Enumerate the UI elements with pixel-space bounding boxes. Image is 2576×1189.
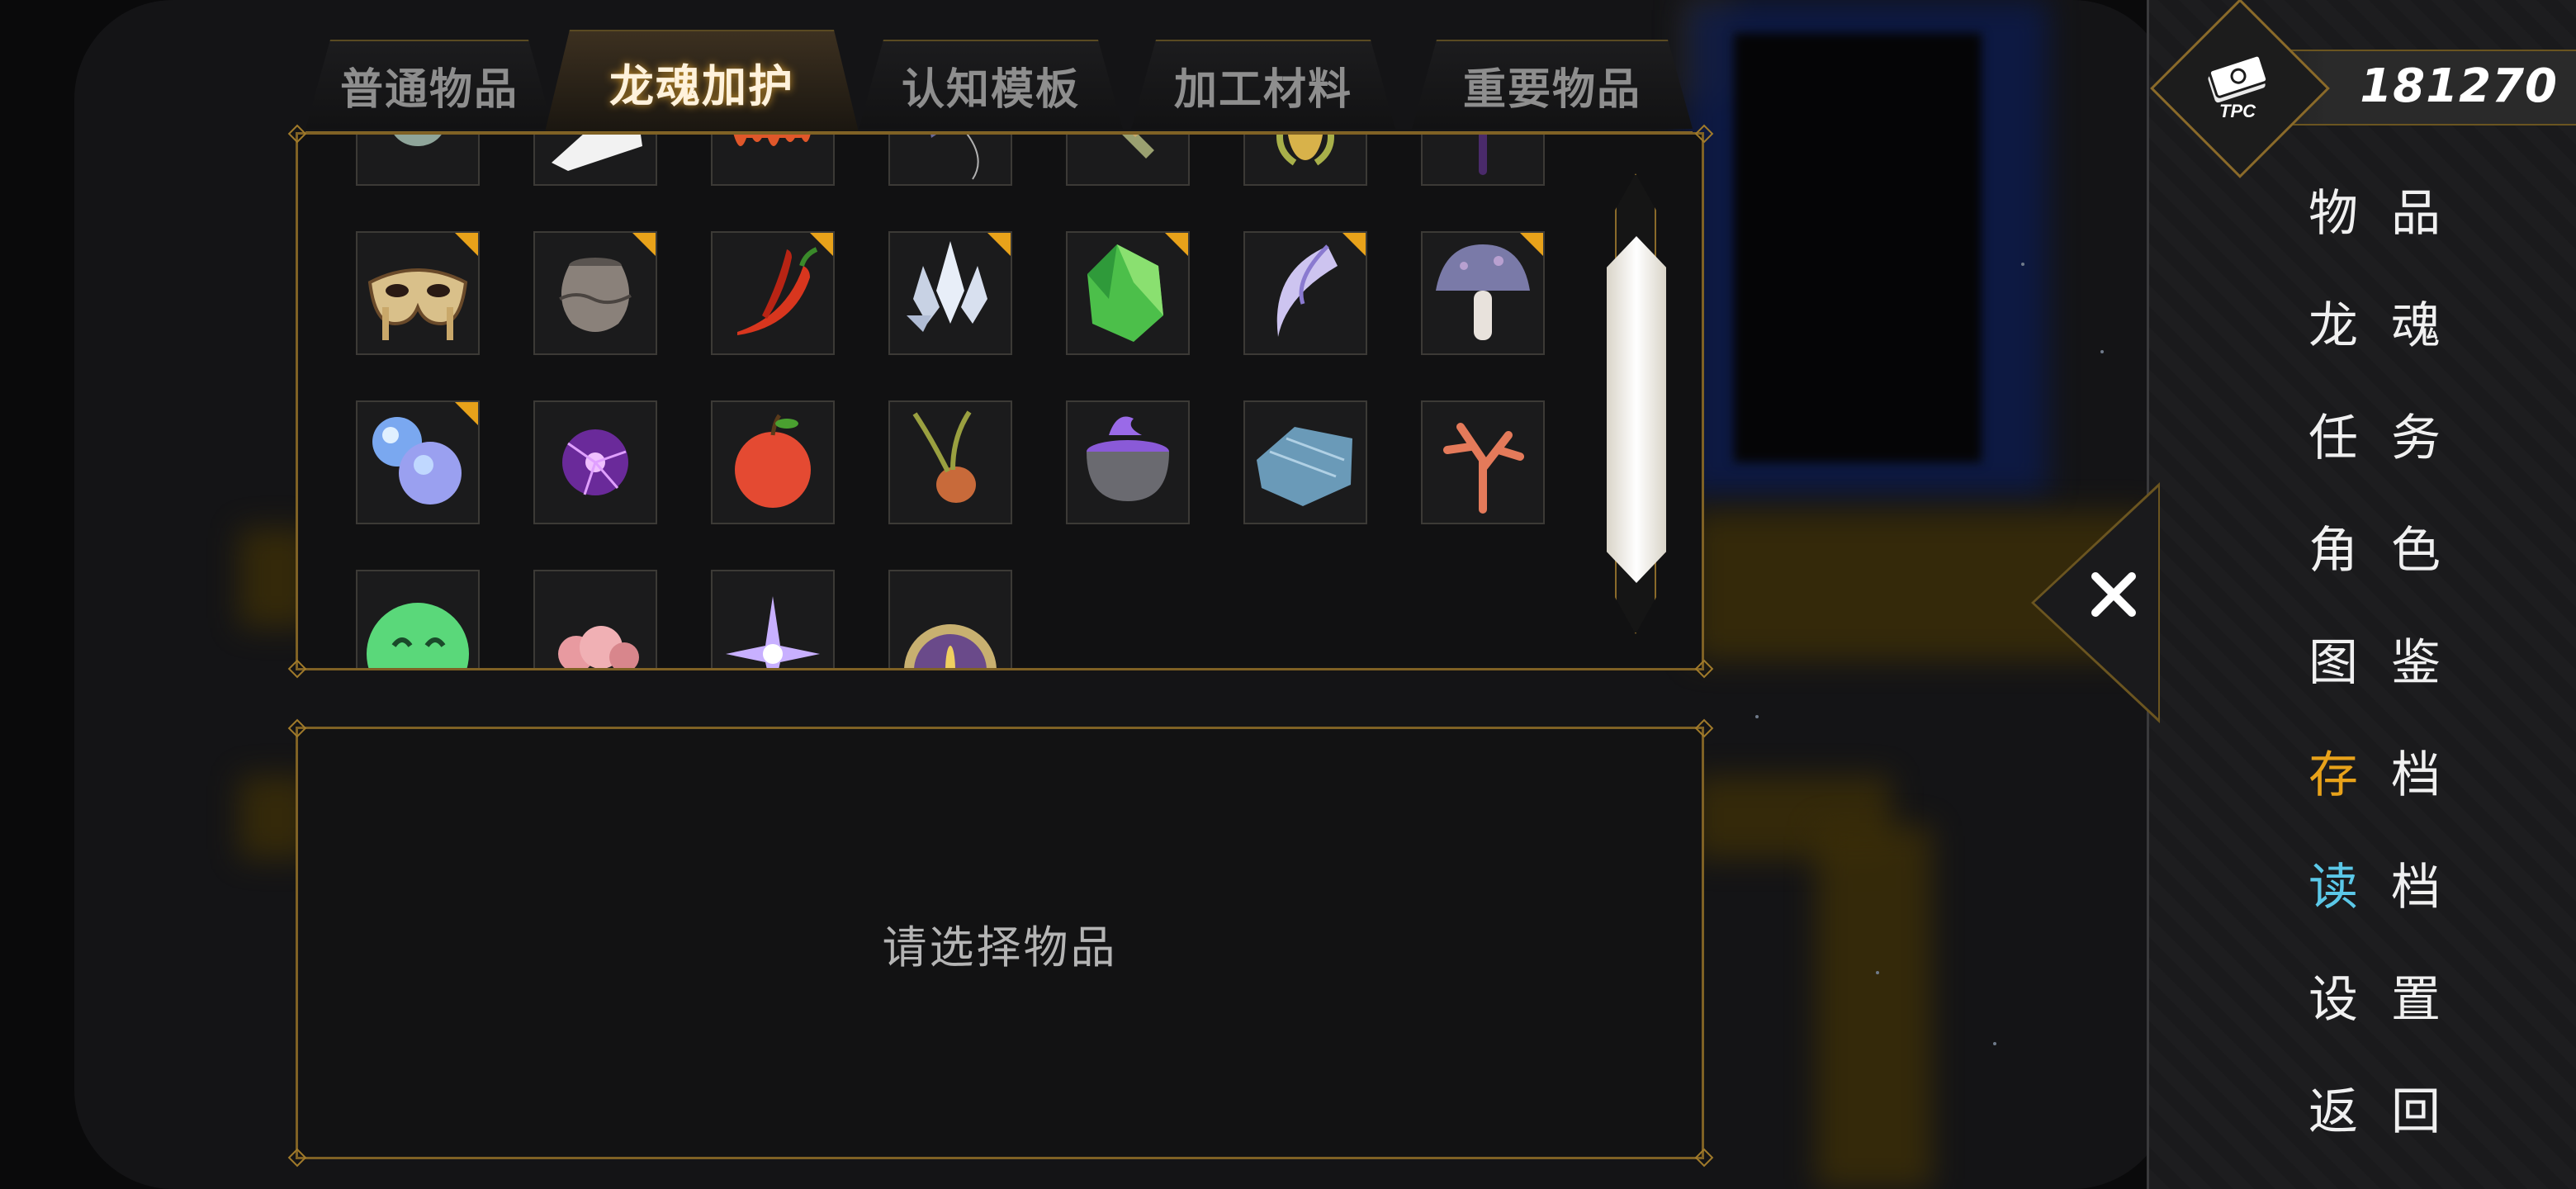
onion-root-icon <box>912 410 976 503</box>
menu-item-char: 置 <box>2391 971 2474 1029</box>
tab-normal-items[interactable]: 普通物品 <box>305 40 553 129</box>
new-item-marker <box>987 233 1011 256</box>
item-slot[interactable] <box>356 135 480 186</box>
menu-item-char: 龙 <box>2308 297 2391 355</box>
item-slot[interactable] <box>356 231 480 355</box>
blue-ore-icon <box>1257 427 1352 506</box>
menu-item[interactable]: 读档 <box>2308 847 2507 919</box>
stone-icon <box>394 135 442 146</box>
item-slot[interactable] <box>356 570 480 668</box>
item-slot[interactable] <box>533 231 657 355</box>
item-slot[interactable] <box>533 135 657 186</box>
map-road <box>1734 33 1982 462</box>
svg-text:TPC: TPC <box>2219 101 2256 121</box>
plasma-orb-icon <box>562 429 628 495</box>
dark-coral-icon <box>1479 135 1487 175</box>
item-list-panel[interactable] <box>296 132 1704 670</box>
menu-item-char: 图 <box>2308 634 2391 692</box>
menu-item-char: 回 <box>2391 1083 2474 1141</box>
select-item-prompt: 请选择物品 <box>882 921 1118 973</box>
new-item-marker <box>455 402 478 425</box>
item-slot[interactable] <box>1066 231 1190 355</box>
cauldron-icon <box>1087 416 1169 501</box>
paper-icon <box>552 135 642 171</box>
money-stack-icon: TPC <box>2208 54 2269 121</box>
item-slot[interactable] <box>1066 400 1190 524</box>
item-slot[interactable] <box>888 231 1012 355</box>
star <box>1755 715 1759 718</box>
new-item-marker <box>1342 233 1366 256</box>
menu-item-char: 档 <box>2391 746 2474 804</box>
eye-orb-icon <box>904 624 997 668</box>
star <box>2021 263 2024 266</box>
item-slot[interactable] <box>1421 400 1545 524</box>
currency-amount: 181270 <box>2360 59 2558 113</box>
menu-item[interactable]: 存档 <box>2308 735 2507 807</box>
menu-item[interactable]: 设置 <box>2308 959 2507 1031</box>
menu-item-char: 设 <box>2308 971 2391 1029</box>
menu-item[interactable]: 返回 <box>2308 1072 2507 1144</box>
item-slot[interactable] <box>356 400 480 524</box>
map-road <box>1816 826 1932 1189</box>
menu-item-char: 读 <box>2308 859 2391 917</box>
item-slot[interactable] <box>533 570 657 668</box>
tab-dragon-soul-blessing[interactable]: 龙魂加护 <box>545 30 859 132</box>
item-slot[interactable] <box>888 400 1012 524</box>
menu-item-char: 返 <box>2308 1083 2391 1141</box>
dagger-icon <box>1117 135 1154 159</box>
tab-processing-materials[interactable]: 加工材料 <box>1131 40 1395 129</box>
tab-cognition-templates[interactable]: 认知模板 <box>859 40 1123 129</box>
item-slot[interactable] <box>1421 135 1545 186</box>
item-slot[interactable] <box>711 400 835 524</box>
item-slot[interactable] <box>711 135 835 186</box>
item-scrollbar-thumb[interactable] <box>1607 236 1666 583</box>
apple-icon <box>735 414 811 508</box>
item-slot[interactable] <box>1243 231 1367 355</box>
menu-item-char: 色 <box>2391 522 2474 580</box>
menu-item[interactable]: 物品 <box>2308 173 2507 245</box>
green-slime-icon <box>367 603 469 668</box>
item-slot[interactable] <box>1066 135 1190 186</box>
corn-icon <box>1276 135 1334 166</box>
item-slot[interactable] <box>711 570 835 668</box>
crystal-pendant-icon <box>930 135 979 180</box>
new-item-marker <box>1165 233 1188 256</box>
item-slot[interactable] <box>888 135 1012 186</box>
menu-item-char: 任 <box>2308 410 2391 467</box>
new-item-marker <box>1520 233 1543 256</box>
item-slot[interactable] <box>1243 135 1367 186</box>
menu-item-char: 鉴 <box>2391 634 2474 692</box>
new-item-marker <box>810 233 833 256</box>
star <box>2100 350 2104 353</box>
menu-item[interactable]: 角色 <box>2308 510 2507 582</box>
menu-item-char: 存 <box>2308 746 2391 804</box>
item-slot[interactable] <box>1421 231 1545 355</box>
star-burst-icon <box>726 596 820 668</box>
new-item-marker <box>632 233 656 256</box>
pink-cloud-icon <box>558 626 639 668</box>
red-coral-icon <box>1443 423 1524 514</box>
menu-item[interactable]: 龙魂 <box>2308 286 2507 358</box>
star <box>1876 971 1879 974</box>
star <box>1993 1042 1996 1045</box>
menu-item-char: 品 <box>2391 185 2474 243</box>
category-tabs: 普通物品 认知模板 加工材料 重要物品 龙魂加护 <box>305 30 1693 134</box>
menu-item[interactable]: 任务 <box>2308 398 2507 470</box>
close-icon[interactable] <box>2089 570 2138 619</box>
tab-key-items[interactable]: 重要物品 <box>1412 40 1693 129</box>
lava-icon <box>733 135 811 146</box>
menu-item-char: 档 <box>2391 859 2474 917</box>
new-item-marker <box>455 233 478 256</box>
menu-item-char: 务 <box>2391 410 2474 467</box>
item-slot[interactable] <box>888 570 1012 668</box>
menu-item[interactable]: 图鉴 <box>2308 623 2507 694</box>
item-slot[interactable] <box>711 231 835 355</box>
item-detail-panel: 请选择物品 <box>296 727 1704 1159</box>
menu-item-char: 魂 <box>2391 297 2474 355</box>
item-slot[interactable] <box>533 400 657 524</box>
item-slot[interactable] <box>1243 400 1367 524</box>
menu-item-char: 角 <box>2308 522 2391 580</box>
menu-item-char: 物 <box>2308 185 2391 243</box>
